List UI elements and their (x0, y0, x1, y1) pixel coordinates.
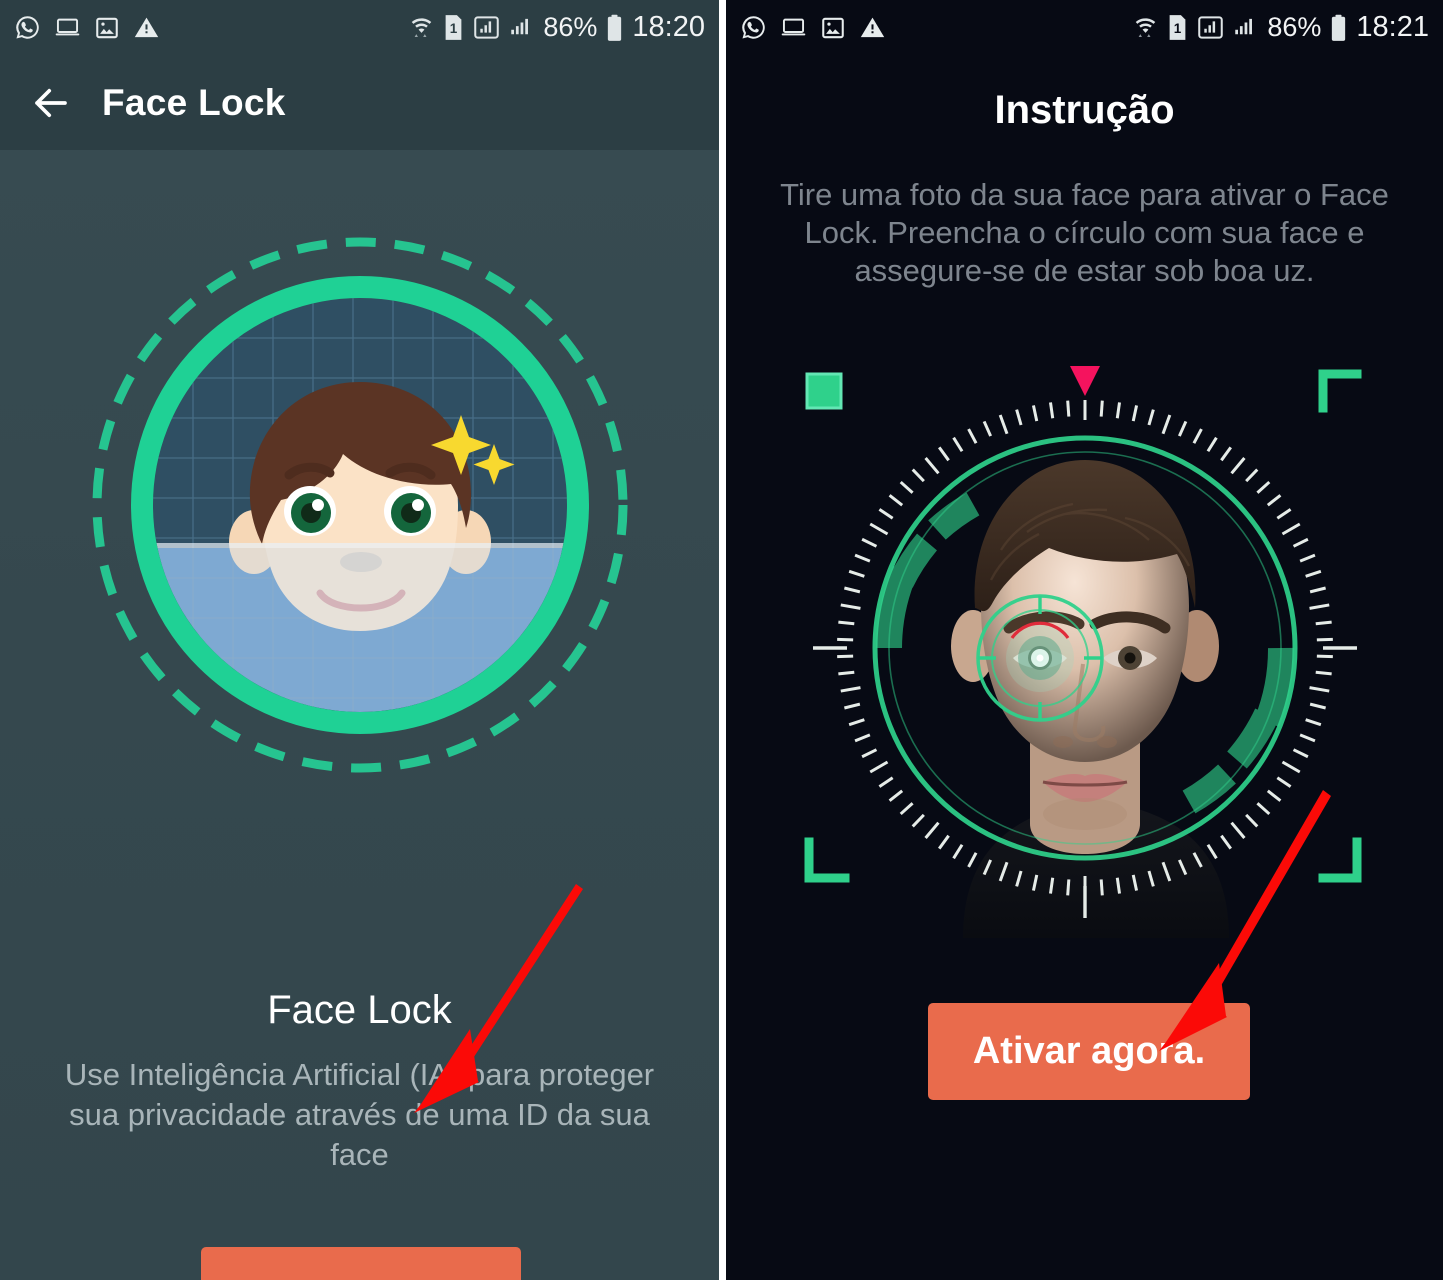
activate-now-button[interactable]: Ativar agora. (928, 1003, 1250, 1100)
face-lock-avatar-illustration (80, 225, 640, 785)
screenshot-icon (820, 15, 846, 41)
signal-sim2-icon (1233, 15, 1258, 41)
heading-face-lock: Face Lock (267, 988, 452, 1032)
sim-1-icon: 1 (443, 14, 464, 41)
warning-icon (859, 14, 886, 41)
laptop-icon (54, 14, 81, 41)
status-bar-right-icons: 1 86% 18:21 (1133, 13, 1429, 42)
screenshot-divider (719, 0, 726, 1280)
description-text: Use Inteligência Artificial (IA) para pr… (64, 1057, 655, 1172)
signal-sim1-icon (473, 14, 500, 41)
clock-label: 18:20 (632, 11, 705, 43)
corner-marker-top-left (805, 372, 842, 410)
status-bar-left-icons (740, 14, 886, 41)
warning-icon (133, 14, 160, 41)
battery-percent-label: 86% (543, 12, 598, 42)
instruction-title: Instrução (994, 88, 1175, 132)
battery-icon (606, 14, 623, 42)
signal-sim2-icon (509, 15, 534, 41)
screenshot-icon (94, 15, 120, 41)
laptop-icon (780, 14, 807, 41)
signal-sim1-icon (1197, 14, 1224, 41)
wifi-icon (409, 14, 434, 41)
sim-1-icon: 1 (1167, 14, 1188, 41)
whatsapp-icon (740, 14, 767, 41)
clock-label: 18:21 (1356, 11, 1429, 43)
status-bar: 1 86% 18:20 (0, 0, 719, 55)
status-bar-right-icons: 1 86% 18:20 (409, 13, 705, 42)
svg-text:1: 1 (450, 21, 458, 36)
back-arrow-icon[interactable] (30, 82, 72, 124)
app-bar: Face Lock (0, 55, 719, 150)
left-phone-screen: 1 86% 18:20 Face Lock Face Lock Use Inte… (0, 0, 719, 1280)
whatsapp-icon (14, 14, 41, 41)
face-scanner-graphic (794, 358, 1375, 938)
instruction-description: Tire uma foto da sua face para ativar o … (780, 177, 1389, 289)
page-title: Face Lock (102, 81, 286, 123)
svg-text:1: 1 (1174, 21, 1182, 36)
battery-icon (1330, 14, 1347, 42)
screenshot-pair: 1 86% 18:20 Face Lock Face Lock Use Inte… (0, 0, 1443, 1280)
start-button[interactable]: Começar (201, 1247, 521, 1280)
wifi-icon (1133, 14, 1158, 41)
battery-percent-label: 86% (1267, 12, 1322, 42)
status-bar-left-icons (14, 14, 160, 41)
right-phone-screen: 1 86% 18:21 Instrução Tire uma foto da s… (726, 0, 1443, 1280)
status-bar: 1 86% 18:21 (726, 0, 1443, 55)
left-content-area: Face Lock Use Inteligência Artificial (I… (0, 150, 719, 1280)
